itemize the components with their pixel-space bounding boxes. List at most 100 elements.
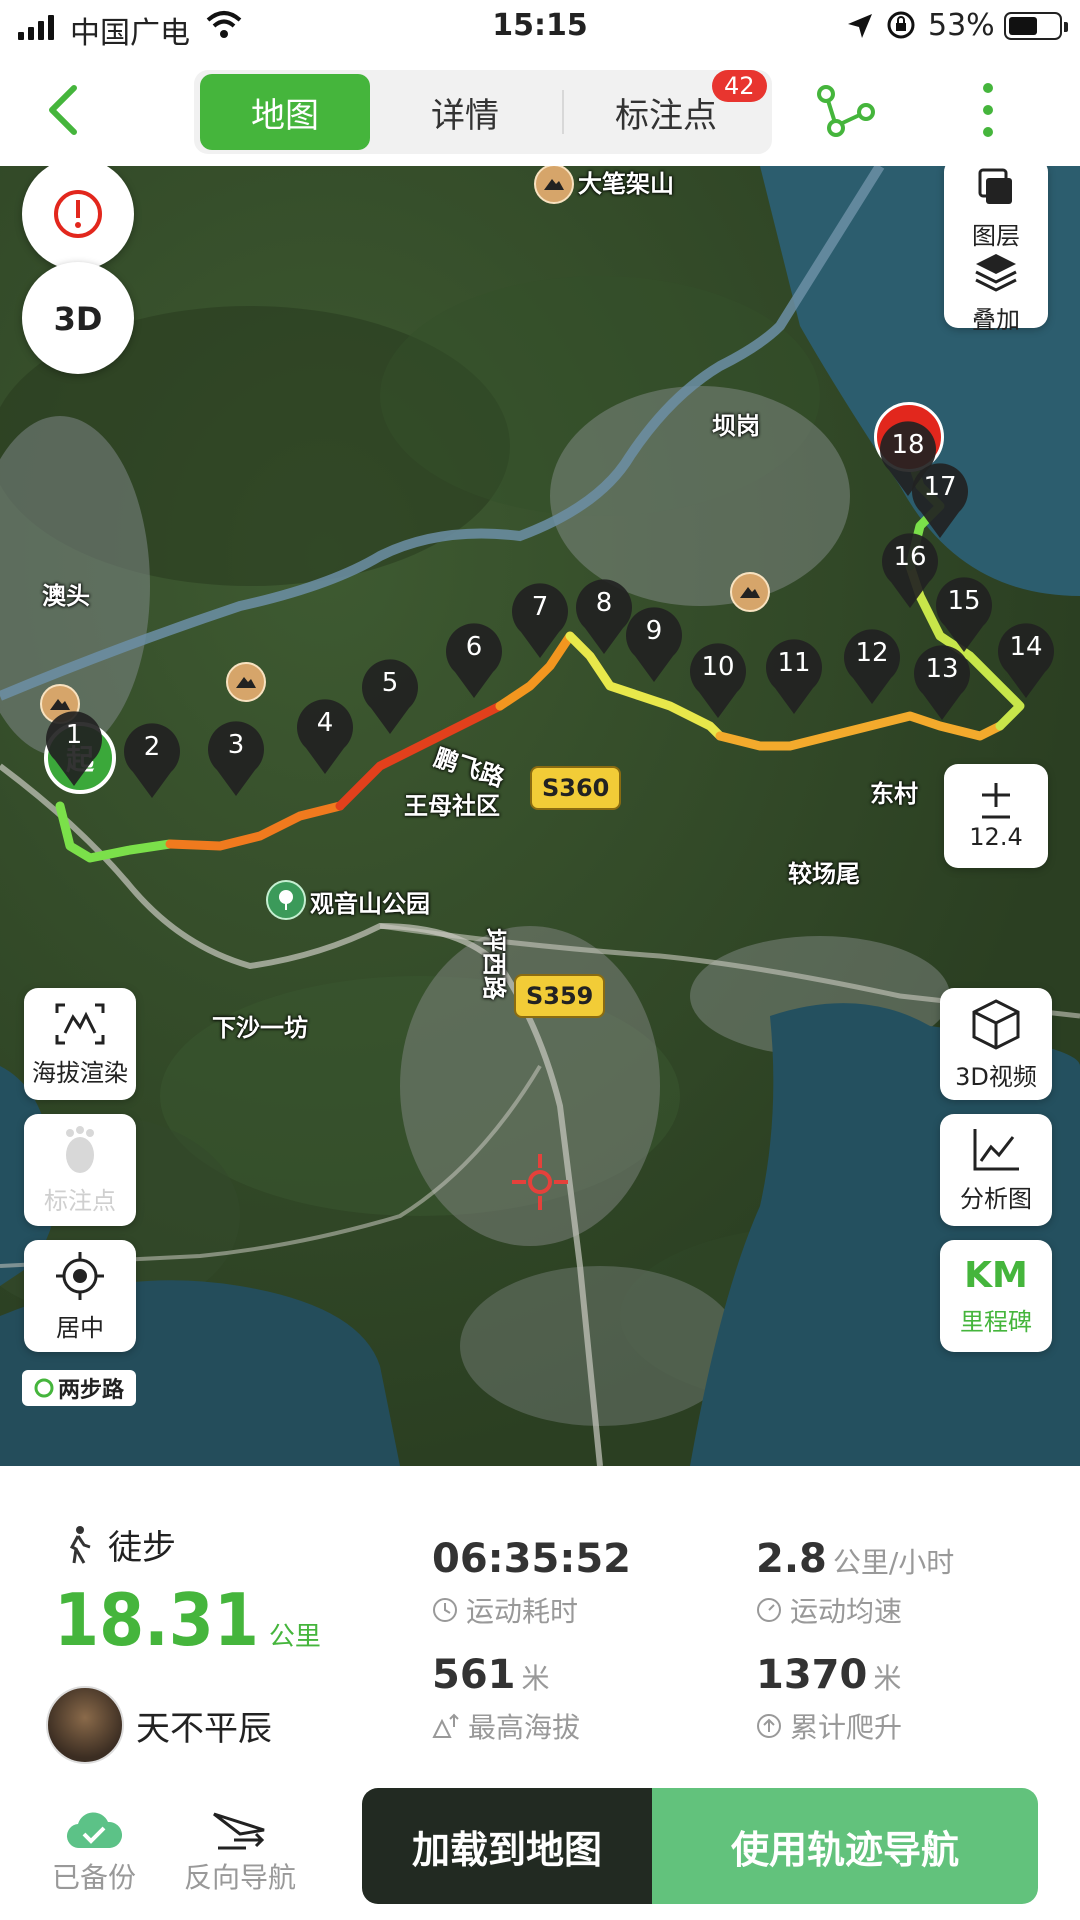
waypoint-number: 13 [925, 654, 959, 684]
avatar[interactable] [46, 1686, 124, 1764]
total-climb-value: 1370 [756, 1652, 868, 1698]
altitude-icon [432, 1713, 459, 1738]
more-vertical-icon[interactable] [976, 78, 1000, 142]
zoom-button[interactable]: 12.4 [944, 764, 1048, 868]
analysis-label: 分析图 [960, 1184, 1032, 1213]
waypoint-marker[interactable]: 6 [439, 616, 509, 700]
user-name[interactable]: 天不平辰 [136, 1701, 272, 1750]
label-jiaochangwei: 较场尾 [788, 860, 860, 888]
route-share-icon[interactable] [812, 80, 878, 144]
3d-video-label: 3D视频 [955, 1062, 1037, 1091]
activity-type: 徒步 [62, 1520, 176, 1569]
waypoint-marker[interactable]: 10 [683, 636, 753, 720]
avg-speed-stat: 2.8 公里/小时 运动均速 [756, 1536, 954, 1630]
load-to-map-button[interactable]: 加载到地图 [362, 1788, 652, 1904]
overlay-button[interactable]: 叠加 [944, 250, 1048, 335]
waypoint-marker[interactable]: 5 [355, 652, 425, 736]
rotation-lock-icon [887, 11, 915, 39]
tab-map[interactable]: 地图 [200, 74, 370, 150]
climb-icon [757, 1714, 781, 1738]
peak-icon [226, 662, 266, 702]
markers-count-badge: 42 [712, 70, 767, 102]
waypoint-number: 2 [143, 732, 161, 762]
location-arrow-icon [848, 14, 872, 38]
waypoint-marker[interactable]: 11 [759, 632, 829, 716]
locate-icon [56, 1251, 104, 1300]
backup-label: 已备份 [51, 1861, 136, 1894]
waypoint-marker[interactable]: 9 [619, 600, 689, 684]
marker-label: 标注点 [44, 1186, 116, 1215]
3d-icon: 3D [54, 300, 103, 338]
label-wangmu: 王母社区 [404, 792, 500, 820]
elevation-render-button[interactable]: 海拔渲染 [24, 988, 136, 1100]
layer-button[interactable]: 图层 [944, 166, 1048, 251]
waypoint-number: 14 [1009, 632, 1043, 662]
app-screen: 中国广电 15:15 53% 地图 详情 标注点 42 大笔架山 坝岗 澳头 鹏… [0, 0, 1080, 1920]
label-guanyinshan: 观音山公园 [310, 890, 430, 918]
max-altitude-stat: 561 米 最高海拔 [432, 1652, 580, 1746]
use-track-nav-button[interactable]: 使用轨迹导航 [652, 1788, 1038, 1904]
waypoint-marker[interactable]: 14 [991, 616, 1061, 700]
waypoint-marker[interactable]: 1 [39, 704, 109, 788]
user-info[interactable]: 天不平辰 [46, 1686, 272, 1764]
waypoint-marker[interactable]: 2 [117, 716, 187, 800]
road-badge-s360: S360 [530, 766, 622, 810]
waypoint-marker[interactable]: 18 [873, 414, 943, 498]
waypoint-number: 9 [645, 616, 663, 646]
distance-unit: 公里 [268, 1622, 321, 1652]
label-dabijiashan: 大笔架山 [578, 170, 674, 198]
cube-icon [972, 998, 1020, 1050]
back-chevron-icon[interactable] [40, 80, 90, 140]
hiking-icon [69, 1525, 91, 1564]
clock: 15:15 [492, 8, 588, 43]
elevation-icon [55, 1003, 105, 1044]
satellite-map[interactable]: 大笔架山 坝岗 澳头 鹏飞路 王母社区 东村 较场尾 观音山公园 坪西路 下沙一… [0, 166, 1080, 1466]
max-altitude-unit: 米 [521, 1662, 550, 1695]
footprint-icon [66, 1125, 94, 1173]
waypoint-number: 7 [531, 592, 549, 622]
waypoint-marker[interactable]: 7 [505, 576, 575, 660]
waypoint-number: 1 [65, 720, 83, 750]
milestone-label: 里程碑 [960, 1308, 1032, 1336]
marker-button[interactable]: 标注点 [24, 1114, 136, 1226]
milestone-button[interactable]: KM 里程碑 [940, 1240, 1052, 1352]
max-altitude-label: 最高海拔 [468, 1711, 581, 1744]
logo-text: 两步路 [57, 1378, 124, 1403]
logo-icon [34, 1378, 54, 1398]
battery-percent: 53% [928, 8, 995, 43]
waypoint-marker[interactable]: 12 [837, 622, 907, 706]
backup-button[interactable]: 已备份 [34, 1810, 154, 1896]
cloud-check-icon [67, 1812, 122, 1849]
reverse-nav-button[interactable]: 反向导航 [180, 1810, 300, 1896]
avg-speed-unit: 公里/小时 [832, 1546, 955, 1579]
center-button[interactable]: 居中 [24, 1240, 136, 1352]
waypoint-number: 16 [893, 542, 927, 572]
tab-details[interactable]: 详情 [380, 70, 550, 154]
waypoint-marker[interactable]: 4 [290, 692, 360, 776]
stack-icon [975, 254, 1017, 292]
clock-icon [433, 1598, 457, 1622]
speedometer-icon [757, 1598, 781, 1622]
duration-value: 06:35:52 [432, 1536, 631, 1582]
waypoint-number: 3 [227, 730, 245, 760]
analysis-button[interactable]: 分析图 [940, 1114, 1052, 1226]
3d-video-button[interactable]: 3D视频 [940, 988, 1052, 1100]
zoom-level: 12.4 [969, 823, 1023, 851]
waypoint-number: 10 [701, 652, 735, 682]
waypoint-marker[interactable]: 3 [201, 714, 271, 798]
overlay-label: 叠加 [972, 306, 1020, 334]
elevation-render-label: 海拔渲染 [32, 1058, 128, 1087]
avg-speed-value: 2.8 [756, 1536, 827, 1582]
zoom-plus-minus-icon [982, 783, 1010, 819]
3d-view-button[interactable]: 3D [22, 262, 134, 374]
total-climb-unit: 米 [873, 1662, 902, 1695]
total-climb-label: 累计爬升 [790, 1711, 903, 1744]
map-terrain [0, 166, 1080, 1466]
total-distance: 18.31 公里 [54, 1578, 321, 1662]
km-text: KM [964, 1255, 1028, 1296]
svg-text:3D: 3D [54, 300, 103, 338]
waypoint-number: 4 [316, 708, 334, 738]
waypoint-number: 5 [381, 668, 399, 698]
park-icon [266, 880, 306, 920]
layer-card: 图层 叠加 [944, 166, 1048, 334]
